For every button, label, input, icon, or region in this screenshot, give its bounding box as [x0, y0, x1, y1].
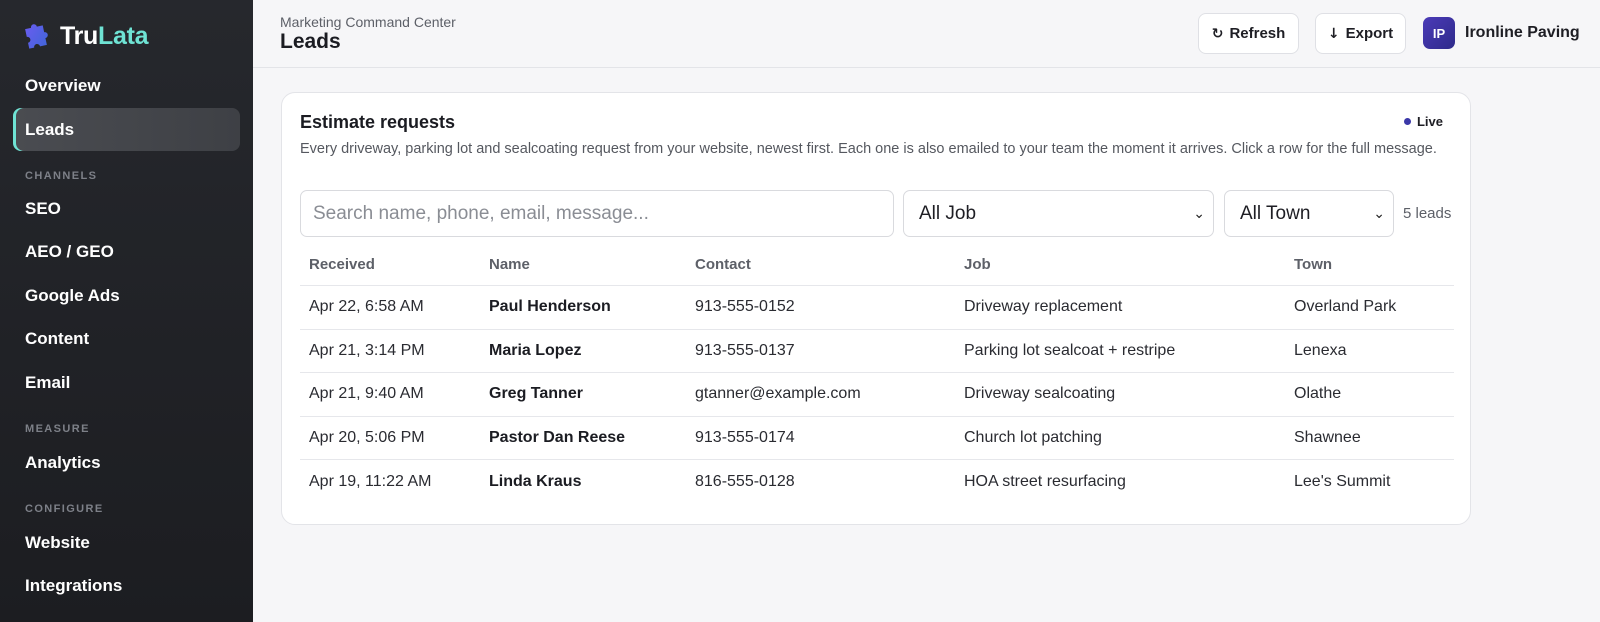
search-input[interactable]: [300, 190, 894, 237]
sidebar-item-label: SEO: [25, 198, 61, 218]
sidebar-item-label: Overview: [25, 75, 101, 95]
town-filter-value: All Town: [1240, 202, 1311, 224]
sidebar-item-label: Analytics: [25, 452, 101, 472]
table-row[interactable]: Apr 22, 6:58 AM Paul Henderson 913-555-0…: [300, 286, 1454, 330]
leads-table: Received Name Contact Job Town Apr 22, 6…: [300, 244, 1454, 504]
card-title: Estimate requests: [300, 112, 456, 132]
lead-count: 5 leads: [1403, 205, 1452, 222]
sidebar-item-email[interactable]: Email: [13, 361, 240, 404]
chevron-down-icon: ⌄: [1193, 205, 1205, 222]
column-header-contact[interactable]: Contact: [686, 256, 955, 273]
chevron-down-icon: ⌄: [1373, 205, 1385, 222]
top-bar: Marketing Command Center Leads ↻ Refresh…: [253, 0, 1600, 68]
sidebar-item-overview[interactable]: Overview: [13, 64, 240, 107]
sidebar-item-label: Email: [25, 372, 71, 392]
cell-job: Driveway replacement: [964, 298, 1123, 316]
brand-name: TruLata: [60, 22, 149, 51]
sidebar-item-seo[interactable]: SEO: [13, 187, 240, 230]
cell-contact: 913-555-0174: [695, 428, 795, 446]
cell-contact: 816-555-0128: [695, 472, 795, 490]
cell-town: Lee's Summit: [1294, 472, 1391, 490]
refresh-button-label: Refresh: [1229, 25, 1286, 42]
cell-received: Apr 21, 9:40 AM: [309, 385, 424, 403]
column-header-name[interactable]: Name: [480, 256, 686, 273]
town-filter-select[interactable]: All Town ⌄: [1224, 190, 1394, 237]
cell-town: Lenexa: [1294, 341, 1347, 359]
main-content: Marketing Command Center Leads ↻ Refresh…: [253, 0, 1600, 622]
section-label-channels: CHANNELS: [25, 170, 98, 182]
cell-received: Apr 21, 3:14 PM: [309, 341, 425, 359]
download-arrow-icon: ↓: [1327, 25, 1340, 42]
brand[interactable]: TruLata: [22, 22, 149, 51]
sidebar-item-label: Leads: [25, 119, 75, 139]
sidebar: TruLata Overview Leads CHANNELS SEO AEO …: [0, 0, 253, 622]
brand-name-part1: Tru: [60, 22, 98, 50]
cell-name: Greg Tanner: [489, 385, 583, 403]
account-name: Ironline Paving: [1465, 24, 1580, 41]
live-indicator: Live: [1403, 114, 1443, 129]
table-row[interactable]: Apr 20, 5:06 PM Pastor Dan Reese 913-555…: [300, 417, 1454, 460]
cell-job: Driveway sealcoating: [964, 385, 1116, 403]
sidebar-item-label: Google Ads: [25, 285, 120, 305]
job-filter-select[interactable]: All Job ⌄: [903, 190, 1214, 237]
cell-town: Overland Park: [1294, 298, 1397, 316]
export-button[interactable]: ↓ Export: [1315, 13, 1406, 54]
sidebar-item-label: Content: [25, 328, 90, 348]
cell-town: Olathe: [1294, 385, 1342, 403]
brand-name-part2: Lata: [98, 22, 149, 50]
puzzle-logo-icon: [25, 23, 48, 49]
cell-name: Paul Henderson: [489, 298, 611, 316]
sidebar-item-integrations[interactable]: Integrations: [13, 564, 240, 607]
column-header-received[interactable]: Received: [300, 256, 480, 273]
cell-received: Apr 20, 5:06 PM: [309, 428, 425, 446]
cell-job: HOA street resurfacing: [964, 472, 1126, 490]
cell-name: Maria Lopez: [489, 341, 582, 359]
cell-job: Church lot patching: [964, 428, 1102, 446]
estimate-requests-card: Estimate requests Live Every driveway, p…: [281, 92, 1471, 525]
sidebar-item-aeo-geo[interactable]: AEO / GEO: [13, 230, 240, 273]
table-header: Received Name Contact Job Town: [300, 244, 1454, 286]
page-title: Leads: [280, 30, 341, 53]
table-row[interactable]: Apr 21, 9:40 AM Greg Tanner gtanner@exam…: [300, 373, 1454, 417]
sidebar-item-website[interactable]: Website: [13, 521, 240, 564]
cell-contact: 913-555-0137: [695, 341, 795, 359]
cell-town: Shawnee: [1294, 428, 1361, 446]
section-label-configure: CONFIGURE: [25, 503, 104, 515]
refresh-button[interactable]: ↻ Refresh: [1198, 13, 1299, 54]
sidebar-item-google-ads[interactable]: Google Ads: [13, 274, 240, 317]
refresh-icon: ↻: [1211, 25, 1224, 42]
table-row[interactable]: Apr 21, 3:14 PM Maria Lopez 913-555-0137…: [300, 330, 1454, 373]
live-label: Live: [1416, 114, 1443, 129]
sidebar-item-label: Website: [25, 532, 90, 552]
breadcrumb: Marketing Command Center: [280, 14, 456, 30]
sidebar-item-content[interactable]: Content: [13, 317, 240, 360]
cell-received: Apr 19, 11:22 AM: [309, 472, 432, 490]
export-button-label: Export: [1345, 25, 1394, 42]
avatar: IP: [1423, 17, 1455, 49]
column-header-job[interactable]: Job: [955, 256, 1285, 273]
live-dot-icon: [1403, 118, 1411, 125]
sidebar-item-label: Integrations: [25, 575, 123, 595]
cell-contact: 913-555-0152: [695, 298, 795, 316]
section-label-measure: MEASURE: [25, 423, 90, 435]
card-description: Every driveway, parking lot and sealcoat…: [300, 141, 1437, 157]
cell-received: Apr 22, 6:58 AM: [309, 298, 424, 316]
sidebar-item-analytics[interactable]: Analytics: [13, 441, 240, 484]
sidebar-item-label: AEO / GEO: [25, 241, 114, 261]
account-menu[interactable]: IP Ironline Paving: [1423, 17, 1580, 49]
cell-name: Pastor Dan Reese: [489, 428, 626, 446]
table-row[interactable]: Apr 19, 11:22 AM Linda Kraus 816-555-012…: [300, 460, 1454, 504]
cell-contact: gtanner@example.com: [695, 385, 861, 403]
sidebar-item-leads[interactable]: Leads: [13, 108, 240, 151]
column-header-town[interactable]: Town: [1285, 256, 1454, 273]
cell-job: Parking lot sealcoat + restripe: [964, 341, 1176, 359]
job-filter-value: All Job: [919, 202, 977, 224]
cell-name: Linda Kraus: [489, 472, 582, 490]
